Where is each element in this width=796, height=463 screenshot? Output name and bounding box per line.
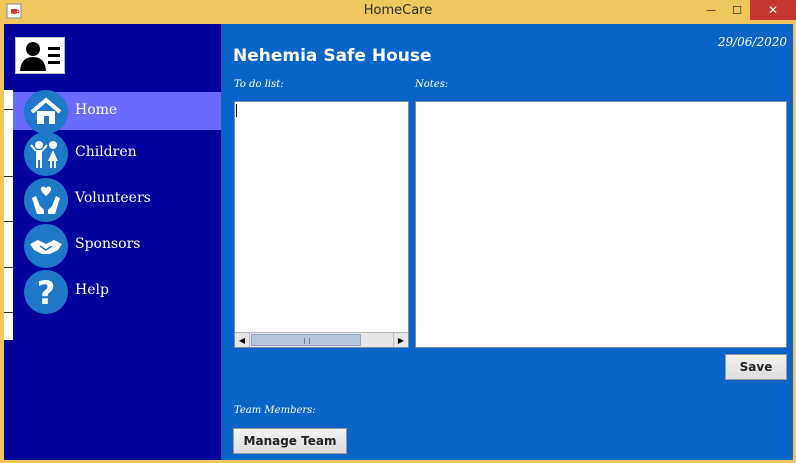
grip-icon [304,338,310,344]
strip-divider [4,221,13,222]
svg-text:?: ? [37,274,56,312]
sidebar-item-label: Home [75,102,118,118]
strip-divider [4,267,13,268]
window-frame: HomeCare — ☐ ✕ Home Children Volunteers … [0,0,796,463]
sidebar-item-volunteers[interactable]: Volunteers [13,178,221,222]
sponsors-icon [24,224,68,268]
title-bar[interactable]: HomeCare — ☐ ✕ [0,0,796,23]
notes-textarea[interactable] [415,101,787,348]
page-title: Nehemia Safe House [233,46,432,66]
horizontal-scrollbar[interactable]: ◀ ▶ [235,332,408,347]
scroll-left-button[interactable]: ◀ [235,333,250,347]
text-caret [236,104,237,117]
close-button[interactable]: ✕ [750,0,796,20]
strip-divider [4,176,13,177]
todo-list-textarea[interactable]: ◀ ▶ [234,101,409,348]
minimize-icon: — [706,4,716,16]
maximize-button[interactable]: ☐ [724,0,750,20]
sidebar-item-label: Help [75,282,109,298]
sidebar-edge-strip [4,90,13,340]
strip-divider [4,312,13,313]
sidebar-item-help[interactable]: ? Help [13,270,221,314]
user-profile-icon[interactable] [15,37,65,74]
scroll-right-button[interactable]: ▶ [393,333,408,347]
main-panel: Nehemia Safe House 29/06/2020 To do list… [221,24,793,460]
sidebar-item-label: Children [75,144,137,160]
volunteers-icon [24,178,68,222]
sidebar-item-children[interactable]: Children [13,132,221,176]
sidebar: Home Children Volunteers Sponsors ? Help [4,24,221,460]
sidebar-item-sponsors[interactable]: Sponsors [13,224,221,268]
maximize-icon: ☐ [732,3,742,17]
home-icon [24,90,68,134]
scrollbar-thumb[interactable] [251,334,361,346]
sidebar-item-label: Volunteers [75,190,151,206]
sidebar-item-label: Sponsors [75,236,141,252]
save-button[interactable]: Save [725,354,787,380]
manage-team-button[interactable]: Manage Team [233,428,347,454]
minimize-button[interactable]: — [698,0,724,20]
window-title: HomeCare [363,3,433,18]
strip-divider [4,109,13,110]
sidebar-item-home[interactable]: Home [13,90,221,134]
children-icon [24,132,68,176]
team-members-label: Team Members: [234,405,316,416]
date-display: 29/06/2020 [717,35,787,49]
help-icon: ? [24,270,68,314]
close-icon: ✕ [767,3,779,17]
todo-list-label: To do list: [234,79,284,90]
notes-label: Notes: [415,79,449,90]
